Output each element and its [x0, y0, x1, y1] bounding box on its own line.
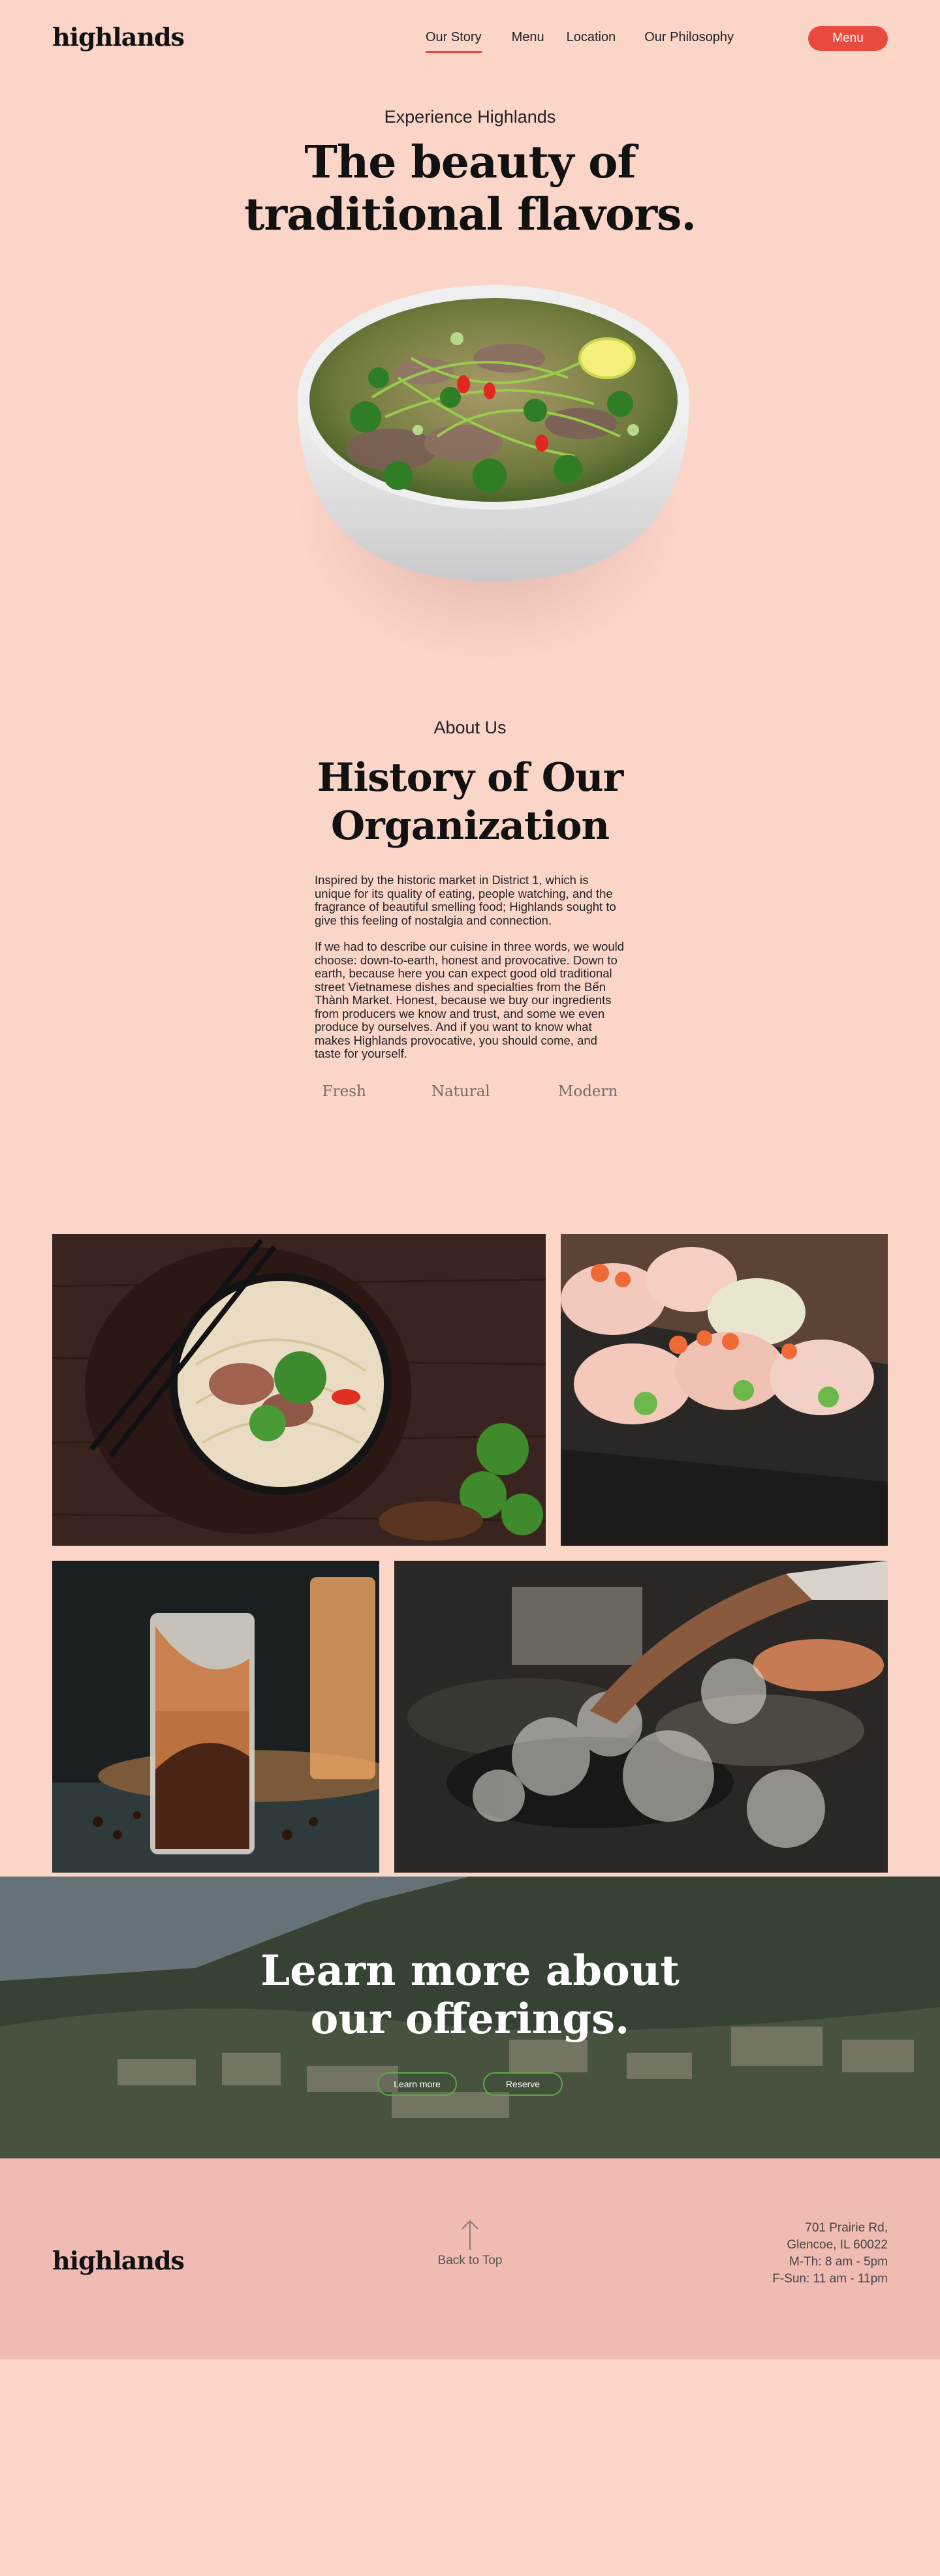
address-line-1: 701 Prairie Rd,: [805, 2220, 888, 2235]
hero-title-line1: The beauty of: [304, 136, 636, 189]
about-title: History of Our Organization: [0, 754, 940, 850]
hero-title-line2: traditional flavors.: [243, 189, 697, 241]
pillars: Fresh Natural Modern: [0, 1083, 940, 1100]
reserve-button[interactable]: Reserve: [483, 2072, 563, 2096]
nav-location[interactable]: Location: [567, 30, 616, 53]
menu-button[interactable]: Menu: [808, 26, 888, 51]
hero-eyebrow: Experience Highlands: [384, 107, 556, 127]
address-line-2: Glencoe, IL 60022: [787, 2237, 888, 2252]
footer-logo[interactable]: highlands: [52, 2246, 185, 2275]
pillar-natural: Natural: [431, 1082, 490, 1100]
about-eyebrow: About Us: [433, 718, 507, 737]
arrow-up-icon: [462, 2220, 478, 2250]
about-title-line1: History of Our: [317, 755, 624, 801]
pho-bowl-image: [248, 280, 692, 678]
back-to-top-link[interactable]: Back to Top: [405, 2218, 535, 2268]
nav-menu[interactable]: Menu: [512, 30, 544, 53]
hours-line-2: F-Sun: 11 am - 11pm: [772, 2271, 888, 2286]
about-paragraph-2: If we had to describe our cuisine in thr…: [315, 940, 625, 1060]
photo-iced-coffee: [52, 1560, 379, 1873]
photo-gallery: [0, 1100, 940, 1877]
site-footer: highlands Back to Top 701 Prairie Rd, Gl…: [0, 2158, 940, 2359]
banner-title: Learn more about our offerings.: [0, 1946, 940, 2044]
address-block: 701 Prairie Rd, Glencoe, IL 60022 M-Th: …: [772, 2220, 888, 2288]
pillar-modern: Modern: [557, 1082, 618, 1100]
logo[interactable]: highlands: [52, 22, 185, 52]
back-to-top-label: Back to Top: [437, 2253, 503, 2267]
about-body: Inspired by the historic market in Distr…: [315, 873, 625, 1061]
pho-bowl-illustration: [298, 285, 689, 581]
about-title-line2: Organization: [330, 803, 610, 849]
main-nav: Our Story Menu Location Our Philosophy: [426, 30, 734, 53]
about-section: About Us History of Our Organization Ins…: [0, 718, 940, 1100]
banner-actions: Learn more Reserve: [0, 2072, 940, 2096]
learn-more-button[interactable]: Learn more: [377, 2072, 457, 2096]
site-header: highlands Our Story Menu Location Our Ph…: [0, 0, 940, 78]
hero-section: Experience Highlands The beauty of tradi…: [0, 78, 940, 718]
hero-title: The beauty of traditional flavors.: [0, 136, 940, 241]
banner-title-line2: our offerings.: [310, 1994, 630, 2044]
photo-noodle-bowl: [52, 1233, 546, 1546]
nav-our-story[interactable]: Our Story: [426, 30, 482, 53]
pillar-fresh: Fresh: [322, 1082, 366, 1100]
photo-spring-rolls: [561, 1233, 888, 1546]
offerings-banner: Learn more about our offerings. Learn mo…: [0, 1876, 940, 2158]
nav-our-philosophy[interactable]: Our Philosophy: [644, 30, 734, 53]
hours-line-1: M-Th: 8 am - 5pm: [789, 2254, 888, 2269]
photo-kitchen: [394, 1560, 888, 1873]
banner-title-line1: Learn more about: [260, 1946, 680, 1995]
about-paragraph-1: Inspired by the historic market in Distr…: [315, 873, 616, 927]
